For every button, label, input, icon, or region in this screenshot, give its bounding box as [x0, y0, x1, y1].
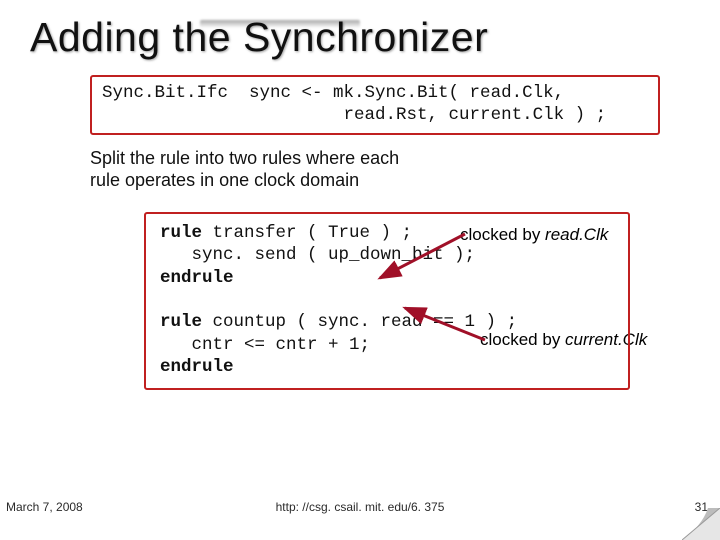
title-shadow-accent [200, 20, 360, 28]
declaration-code: Sync.Bit.Ifc sync <- mk.Sync.Bit( read.C… [102, 83, 606, 125]
rule-countup-body: cntr <= cntr + 1; [160, 335, 370, 355]
footer-url: http: //csg. csail. mit. edu/6. 375 [0, 500, 720, 514]
explain-text: Split the rule into two rules where each… [90, 147, 660, 192]
explain-line-1: Split the rule into two rules where each [90, 148, 399, 168]
rule-transfer-head: transfer ( True ) ; [202, 223, 412, 243]
kw-endrule-2: endrule [160, 357, 234, 377]
rule-transfer-body: sync. send ( up_down_bit ); [160, 245, 475, 265]
kw-rule-1: rule [160, 223, 202, 243]
kw-rule-2: rule [160, 312, 202, 332]
declaration-code-box: Sync.Bit.Ifc sync <- mk.Sync.Bit( read.C… [90, 75, 660, 135]
kw-endrule-1: endrule [160, 268, 234, 288]
slide-title: Adding the Synchronizer [30, 14, 690, 61]
page-curl-icon [682, 508, 720, 540]
explain-line-2: rule operates in one clock domain [90, 170, 359, 190]
rule-countup-head: countup ( sync. read == 1 ) ; [202, 312, 517, 332]
rules-code-box: rule transfer ( True ) ; sync. send ( up… [144, 212, 630, 391]
